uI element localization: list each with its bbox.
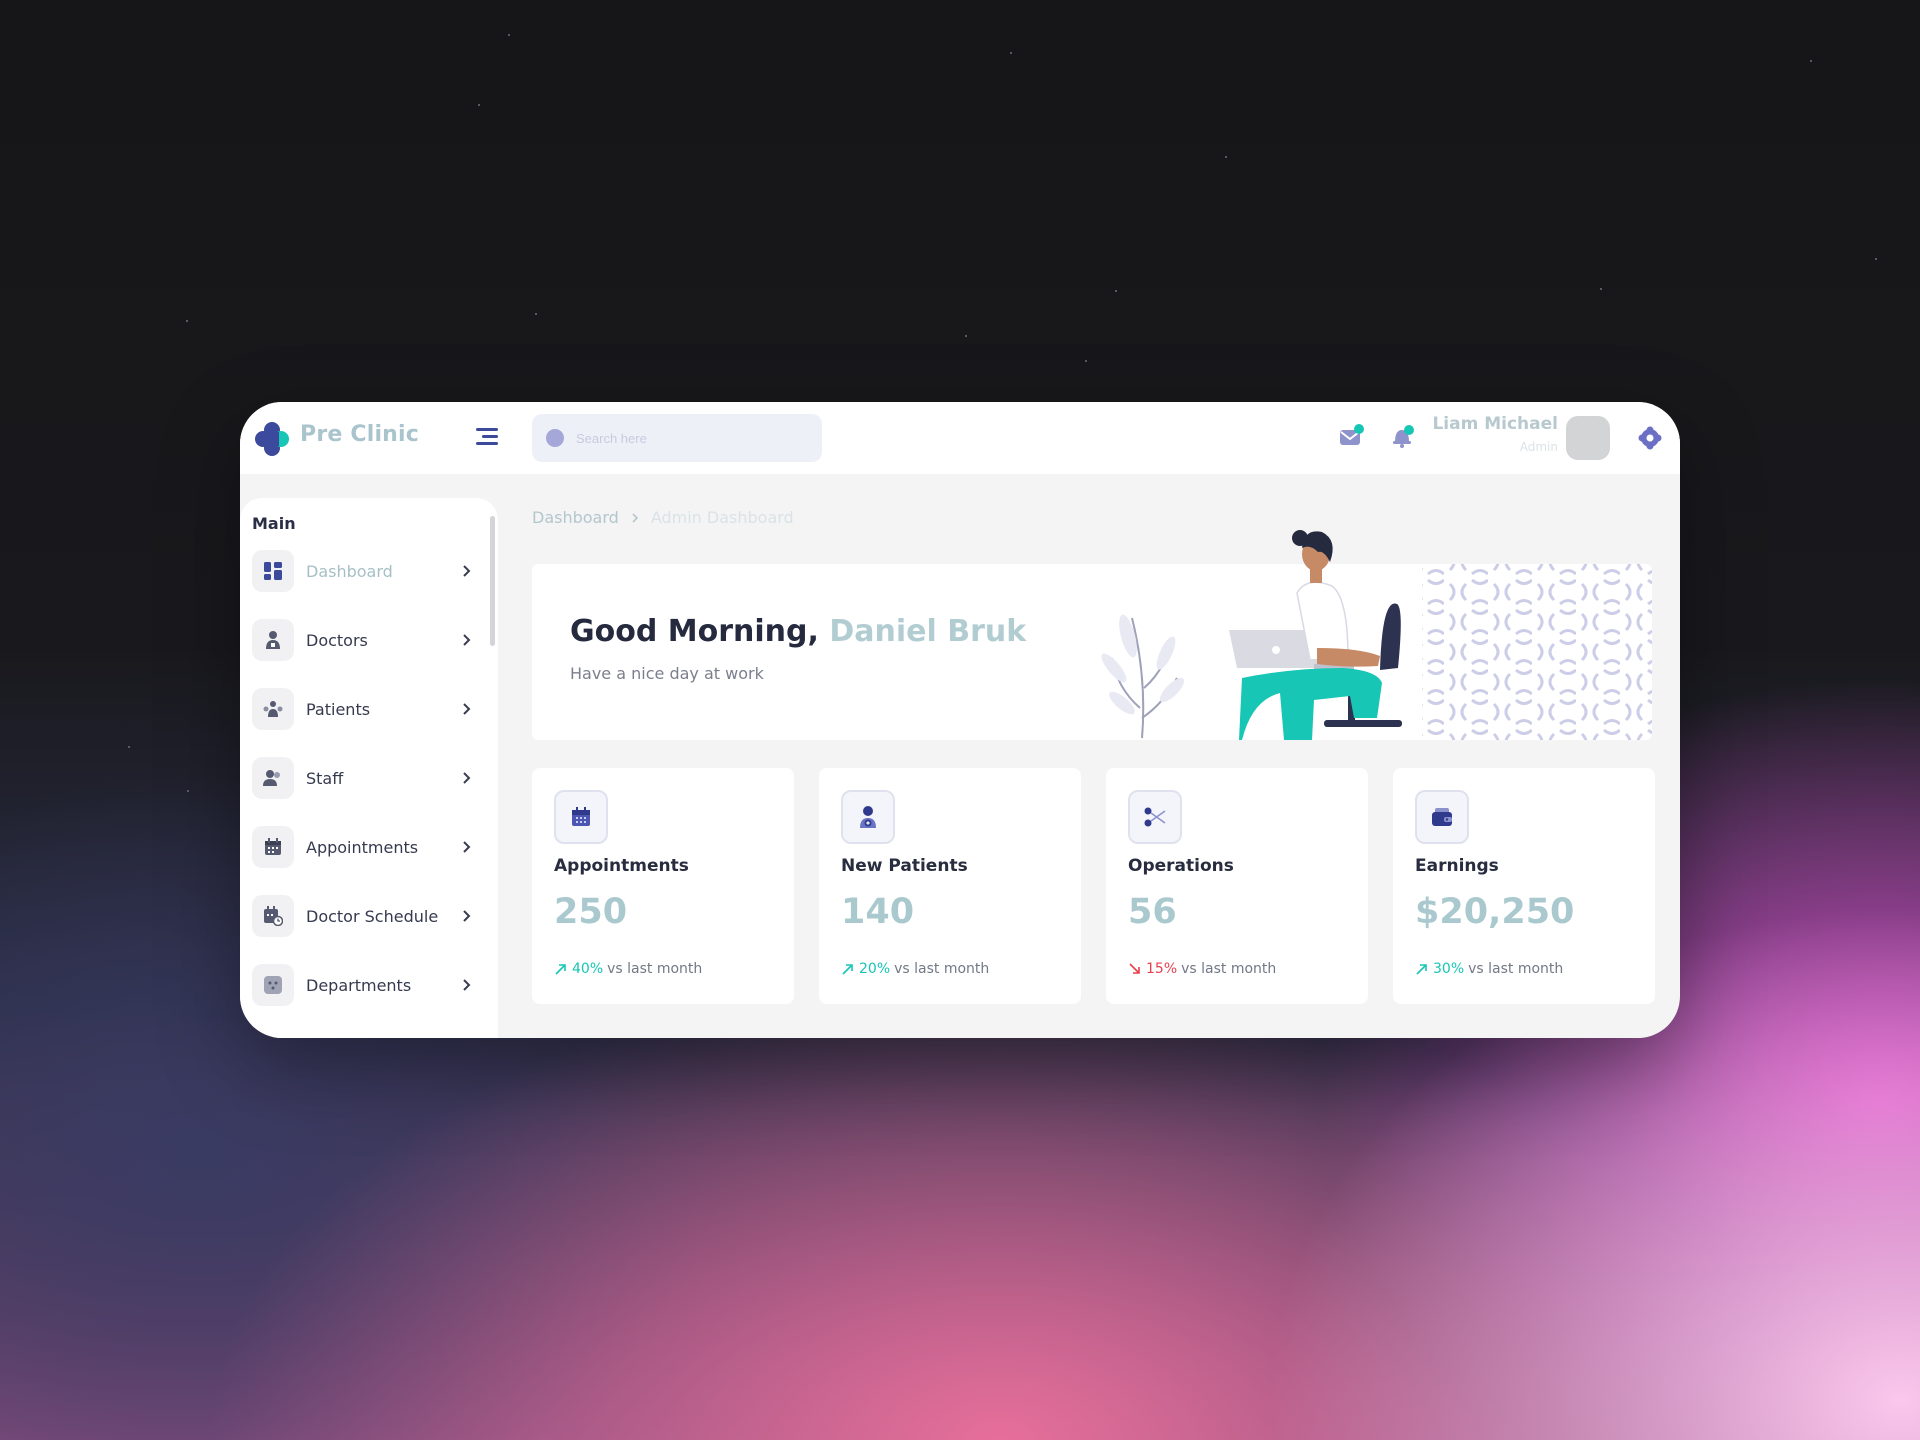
sidebar-item-label: Appointments — [306, 837, 419, 857]
chevron-right-icon — [463, 703, 471, 715]
sidebar-item-label: Departments — [306, 975, 412, 995]
sidebar-scrollbar[interactable] — [490, 516, 495, 646]
trend-up-icon — [842, 964, 853, 975]
brand-name: Pre Clinic — [300, 422, 420, 447]
stat-trend: 30% vs last month — [1415, 961, 1563, 977]
welcome-banner: Good Morning, Daniel Bruk Have a nice da… — [532, 530, 1652, 740]
stat-title: Appointments — [554, 856, 689, 876]
greeting-text: Good Morning, — [570, 614, 819, 649]
sidebar-item-label: Patients — [306, 699, 371, 719]
trend-up-icon — [1416, 964, 1427, 975]
stat-title: Operations — [1128, 856, 1234, 876]
sidebar-item-departments[interactable]: Departments — [252, 962, 474, 1008]
sidebar-item-appointments[interactable]: Appointments — [252, 824, 474, 870]
mail-icon[interactable] — [1337, 422, 1365, 450]
chevron-right-icon — [632, 512, 638, 523]
departments-icon — [252, 964, 294, 1006]
stat-suffix: vs last month — [894, 961, 990, 977]
stat-title: Earnings — [1415, 856, 1499, 876]
stat-value: 140 — [841, 892, 915, 932]
greeting-heading: Good Morning, Daniel Bruk — [570, 614, 1026, 649]
stat-title: New Patients — [841, 856, 968, 876]
stat-suffix: vs last month — [607, 961, 703, 977]
stat-percent: 15% — [1146, 961, 1178, 977]
chevron-right-icon — [463, 634, 471, 646]
sidebar-section-title: Main — [252, 514, 296, 533]
sidebar-item-staff[interactable]: Staff — [252, 755, 474, 801]
stat-card-appointments[interactable]: Appointments 250 40% vs last month — [532, 768, 794, 1004]
chevron-right-icon — [463, 772, 471, 784]
doctor-icon — [252, 619, 294, 661]
search-icon — [546, 429, 564, 447]
wallet-icon — [1415, 790, 1469, 844]
menu-line — [476, 428, 498, 431]
chevron-right-icon — [463, 565, 471, 577]
staff-icon — [252, 757, 294, 799]
stat-card-earnings[interactable]: Earnings $20,250 30% vs last month — [1393, 768, 1655, 1004]
sidebar-item-label: Staff — [306, 768, 344, 788]
stat-trend: 15% vs last month — [1128, 961, 1276, 977]
sidebar: Main Dashboard Doctors Patients Staff Ap… — [240, 498, 498, 1038]
logo-icon — [255, 422, 289, 456]
stat-percent: 30% — [1433, 961, 1465, 977]
stat-value: 250 — [554, 892, 628, 932]
menu-line — [476, 442, 498, 445]
chevron-right-icon — [463, 910, 471, 922]
sidebar-item-doctors[interactable]: Doctors — [252, 617, 474, 663]
chevron-right-icon — [463, 841, 471, 853]
sidebar-item-dashboard[interactable]: Dashboard — [252, 548, 474, 594]
stat-value: $20,250 — [1415, 892, 1575, 932]
stat-trend: 40% vs last month — [554, 961, 702, 977]
menu-line — [482, 435, 498, 438]
sidebar-item-label: Doctors — [306, 630, 368, 650]
stat-percent: 20% — [859, 961, 891, 977]
calendar-icon — [252, 826, 294, 868]
sidebar-item-doctor-schedule[interactable]: Doctor Schedule — [252, 893, 474, 939]
bell-icon[interactable] — [1388, 422, 1416, 450]
dashboard-icon — [252, 550, 294, 592]
sidebar-item-label: Dashboard — [306, 561, 393, 581]
calendar-icon — [554, 790, 608, 844]
stat-card-operations[interactable]: Operations 56 15% vs last month — [1106, 768, 1368, 1004]
stat-suffix: vs last month — [1181, 961, 1277, 977]
sidebar-item-label: Doctor Schedule — [306, 906, 439, 926]
search-input[interactable] — [576, 430, 796, 446]
greeting-user-name: Daniel Bruk — [829, 614, 1027, 649]
breadcrumb-parent[interactable]: Dashboard — [532, 508, 619, 527]
user-name[interactable]: Liam Michael — [1432, 414, 1558, 434]
chevron-right-icon — [463, 979, 471, 991]
breadcrumb-current: Admin Dashboard — [650, 508, 794, 527]
stat-card-new-patients[interactable]: New Patients 140 20% vs last month — [819, 768, 1081, 1004]
stat-value: 56 — [1128, 892, 1177, 932]
avatar[interactable] — [1566, 416, 1610, 460]
user-role: Admin — [1519, 440, 1558, 454]
sidebar-item-patients[interactable]: Patients — [252, 686, 474, 732]
breadcrumb: Dashboard Admin Dashboard — [532, 508, 794, 527]
search-box — [532, 414, 822, 462]
scissors-icon — [1128, 790, 1182, 844]
new-patient-icon — [841, 790, 895, 844]
hamburger-menu-button[interactable] — [476, 428, 498, 448]
stat-trend: 20% vs last month — [841, 961, 989, 977]
greeting-subtitle: Have a nice day at work — [570, 664, 764, 683]
top-bar: Pre Clinic Liam Michael Admin — [240, 402, 1680, 474]
schedule-icon — [252, 895, 294, 937]
trend-down-icon — [1129, 963, 1140, 974]
stat-suffix: vs last month — [1468, 961, 1564, 977]
person-at-laptop-illustration — [1101, 530, 1652, 740]
app-window: Pre Clinic Liam Michael Admin — [240, 402, 1680, 1038]
patients-icon — [252, 688, 294, 730]
settings-icon[interactable] — [1638, 426, 1662, 450]
trend-up-icon — [555, 964, 566, 975]
stat-percent: 40% — [572, 961, 604, 977]
